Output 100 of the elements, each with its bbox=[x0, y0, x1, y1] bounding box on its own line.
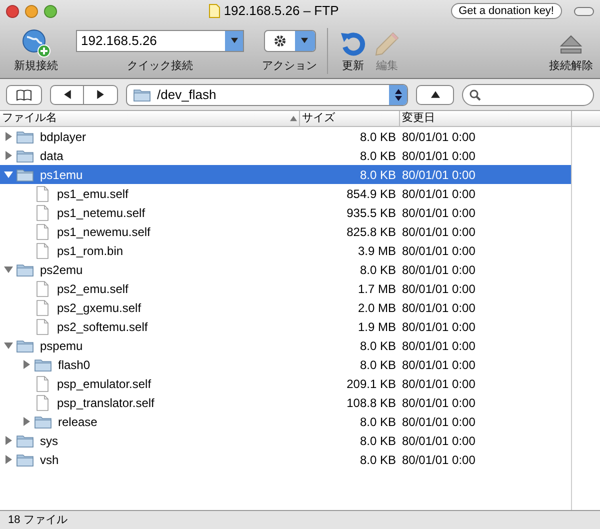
modified-date: 80/01/01 0:00 bbox=[402, 394, 476, 412]
file-name: data bbox=[40, 148, 64, 164]
document-icon bbox=[208, 4, 220, 18]
file-name: ps1_rom.bin bbox=[57, 242, 124, 260]
file-row[interactable]: ps2_softemu.self 1.9 MB 80/01/01 0:00 bbox=[0, 317, 571, 336]
toolbar-toggle-button[interactable] bbox=[574, 6, 594, 16]
file-row[interactable]: ps2_emu.self 1.7 MB 80/01/01 0:00 bbox=[0, 279, 571, 298]
modified-date: 80/01/01 0:00 bbox=[402, 224, 476, 240]
collapsed-triangle-icon[interactable] bbox=[4, 132, 13, 141]
column-header[interactable]: サイズ bbox=[300, 111, 400, 126]
file-name: bdplayer bbox=[40, 128, 86, 146]
folder-icon bbox=[16, 338, 34, 352]
file-name: ps1_newemu.self bbox=[57, 224, 150, 240]
toolbar-label: 新規接続 bbox=[14, 58, 58, 74]
folder-icon bbox=[16, 262, 34, 276]
expanded-triangle-icon[interactable] bbox=[4, 170, 13, 179]
toolbar-label: 接続解除 bbox=[549, 58, 593, 74]
file-size: 1.7 MB bbox=[356, 280, 396, 298]
file-name: pspemu bbox=[40, 338, 83, 354]
file-row[interactable]: psp_emulator.self 209.1 KB 80/01/01 0:00 bbox=[0, 374, 571, 393]
modified-date: 80/01/01 0:00 bbox=[402, 356, 476, 374]
modified-date: 80/01/01 0:00 bbox=[402, 300, 476, 316]
file-row[interactable]: bdplayer 8.0 KB 80/01/01 0:00 bbox=[0, 127, 571, 146]
file-size: 854.9 KB bbox=[346, 186, 396, 202]
document-icon bbox=[36, 224, 49, 240]
file-name: flash0 bbox=[58, 356, 90, 374]
file-row[interactable]: ps2_gxemu.self 2.0 MB 80/01/01 0:00 bbox=[0, 298, 571, 317]
file-size: 8.0 KB bbox=[358, 338, 396, 354]
document-icon bbox=[36, 242, 49, 258]
quick-connect-field[interactable]: 192.168.5.26 bbox=[76, 30, 244, 52]
file-name: psp_translator.self bbox=[57, 394, 154, 412]
document-icon bbox=[36, 186, 49, 202]
refresh-icon[interactable] bbox=[339, 30, 367, 58]
modified-date: 80/01/01 0:00 bbox=[402, 242, 476, 260]
toolbar-label: クイック接続 bbox=[127, 58, 193, 74]
collapsed-triangle-icon[interactable] bbox=[4, 151, 13, 160]
zoom-button[interactable] bbox=[44, 4, 57, 18]
expanded-triangle-icon[interactable] bbox=[4, 341, 13, 350]
file-name: vsh bbox=[40, 452, 59, 468]
collapsed-triangle-icon[interactable] bbox=[4, 455, 13, 464]
file-name: sys bbox=[40, 432, 58, 450]
close-button[interactable] bbox=[6, 4, 19, 18]
file-row[interactable]: sys 8.0 KB 80/01/01 0:00 bbox=[0, 431, 571, 450]
folder-icon bbox=[34, 414, 52, 428]
document-icon bbox=[36, 376, 49, 392]
document-icon bbox=[36, 394, 49, 410]
column-header[interactable]: ファイル名 bbox=[0, 111, 300, 126]
document-icon bbox=[36, 204, 49, 220]
folder-icon bbox=[16, 130, 34, 144]
globe-add-icon[interactable] bbox=[21, 28, 51, 58]
modified-date: 80/01/01 0:00 bbox=[402, 128, 476, 146]
file-size: 8.0 KB bbox=[358, 128, 396, 146]
collapsed-triangle-icon[interactable] bbox=[22, 417, 31, 426]
file-row[interactable]: vsh 8.0 KB 80/01/01 0:00 bbox=[0, 450, 571, 469]
file-name: psp_emulator.self bbox=[57, 376, 152, 392]
document-icon bbox=[36, 318, 49, 334]
modified-date: 80/01/01 0:00 bbox=[402, 166, 476, 184]
collapsed-triangle-icon[interactable] bbox=[22, 360, 31, 369]
modified-date: 80/01/01 0:00 bbox=[402, 262, 476, 278]
file-row[interactable]: ps1_newemu.self 825.8 KB 80/01/01 0:00 bbox=[0, 222, 571, 241]
search-field[interactable] bbox=[462, 84, 594, 106]
file-name: ps2emu bbox=[40, 262, 83, 278]
parent-folder-button[interactable] bbox=[416, 84, 454, 104]
modified-date: 80/01/01 0:00 bbox=[402, 204, 476, 222]
file-size: 825.8 KB bbox=[346, 224, 396, 240]
file-row[interactable]: ps1_emu.self 854.9 KB 80/01/01 0:00 bbox=[0, 184, 571, 203]
toolbar-label: アクション bbox=[262, 58, 317, 74]
folder-icon bbox=[16, 168, 34, 182]
file-row[interactable]: data 8.0 KB 80/01/01 0:00 bbox=[0, 146, 571, 165]
expanded-triangle-icon[interactable] bbox=[4, 265, 13, 274]
column-header[interactable]: 変更日 bbox=[400, 111, 572, 126]
dropdown-arrow-icon bbox=[230, 37, 238, 44]
file-row[interactable]: ps1emu 8.0 KB 80/01/01 0:00 bbox=[0, 165, 571, 184]
file-row[interactable]: pspemu 8.0 KB 80/01/01 0:00 bbox=[0, 336, 571, 355]
back-button[interactable] bbox=[50, 84, 84, 104]
donation-button[interactable]: Get a donation key! bbox=[450, 3, 562, 19]
bookmarks-button[interactable] bbox=[6, 84, 42, 104]
file-name: ps2_gxemu.self bbox=[57, 300, 142, 316]
book-icon bbox=[16, 88, 32, 100]
collapsed-triangle-icon[interactable] bbox=[4, 436, 13, 445]
modified-date: 80/01/01 0:00 bbox=[402, 414, 476, 430]
file-row[interactable]: release 8.0 KB 80/01/01 0:00 bbox=[0, 412, 571, 431]
back-arrow-icon bbox=[62, 90, 72, 99]
action-menu-button[interactable] bbox=[264, 30, 316, 52]
file-row[interactable]: flash0 8.0 KB 80/01/01 0:00 bbox=[0, 355, 571, 374]
forward-button[interactable] bbox=[84, 84, 118, 104]
modified-date: 80/01/01 0:00 bbox=[402, 318, 476, 336]
toolbar-label: 編集 bbox=[376, 58, 398, 74]
document-icon bbox=[36, 280, 49, 296]
file-size: 209.1 KB bbox=[346, 376, 396, 392]
file-row[interactable]: psp_translator.self 108.8 KB 80/01/01 0:00 bbox=[0, 393, 571, 412]
dropdown-arrow-icon bbox=[301, 37, 308, 44]
search-icon bbox=[469, 88, 481, 100]
path-dropdown[interactable]: /dev_flash bbox=[126, 84, 408, 106]
file-name: ps2_softemu.self bbox=[57, 318, 148, 336]
file-row[interactable]: ps1_rom.bin 3.9 MB 80/01/01 0:00 bbox=[0, 241, 571, 260]
file-size: 8.0 KB bbox=[358, 414, 396, 430]
minimize-button[interactable] bbox=[25, 4, 38, 18]
file-row[interactable]: ps2emu 8.0 KB 80/01/01 0:00 bbox=[0, 260, 571, 279]
file-row[interactable]: ps1_netemu.self 935.5 KB 80/01/01 0:00 bbox=[0, 203, 571, 222]
